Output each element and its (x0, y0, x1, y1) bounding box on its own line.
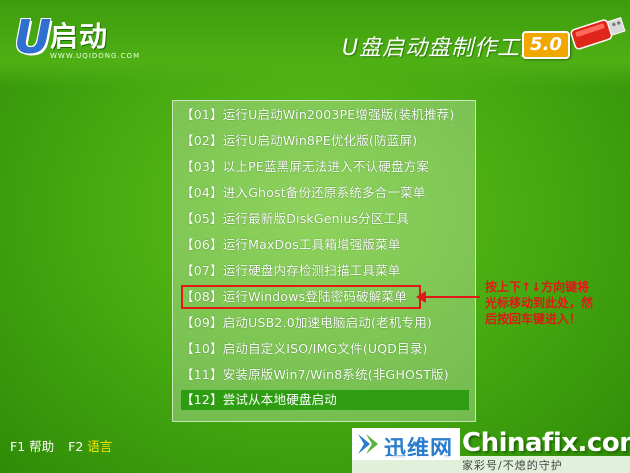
brand-logo: U 启动 WWW.UQIDONG.COM (14, 10, 139, 64)
annotation-text: 按上下↑↓方向键将 光标移动到此处，然 后按回车键进入！ (485, 279, 630, 327)
app-title: U盘启动盘制作工具 (342, 36, 544, 61)
annotation-line-2: 光标移动到此处，然 (485, 296, 594, 310)
menu-item-10[interactable]: 【10】启动自定义ISO/IMG文件(UQD目录) (181, 339, 469, 359)
language-key-code: F2 (68, 439, 84, 454)
menu-item-02[interactable]: 【02】运行U启动Win8PE优化版(防蓝屏) (181, 131, 469, 151)
language-key-label: 语言 (87, 439, 113, 454)
menu-item-05[interactable]: 【05】运行最新版DiskGenius分区工具 (181, 209, 469, 229)
function-key-bar: F1 帮助 F2 语言 (10, 436, 122, 455)
menu-item-03[interactable]: 【03】以上PE蓝黑屏无法进入不认硬盘方案 (181, 157, 469, 177)
menu-item-09[interactable]: 【09】启动USB2.0加速电脑启动(老机专用) (181, 313, 469, 333)
annotation-line-3: 后按回车键进入！ (485, 312, 582, 326)
watermark-arrow-icon (358, 434, 378, 454)
help-key-label: 帮助 (29, 439, 55, 454)
help-key-code: F1 (10, 439, 26, 454)
menu-item-12-selected[interactable]: 【12】尝试从本地硬盘启动 (181, 390, 469, 410)
annotation-highlight-box (181, 285, 421, 309)
left-arrow-icon (416, 291, 426, 303)
help-key[interactable]: F1 帮助 (10, 436, 54, 455)
watermark-strip-text: 家彩号/不熄的守护 (462, 459, 563, 472)
annotation-arrow-line (424, 296, 480, 298)
annotation-line-1: 按上下↑↓方向键将 (485, 280, 590, 294)
menu-item-01[interactable]: 【01】运行U启动Win2003PE增强版(装机推荐) (181, 105, 469, 125)
logo-letter: U (14, 10, 52, 64)
menu-item-06[interactable]: 【06】运行MaxDos工具箱增强版菜单 (181, 235, 469, 255)
logo-subtext: WWW.UQIDONG.COM (50, 52, 141, 60)
watermark-site-text: Chinafix.com (462, 428, 630, 458)
menu-item-07[interactable]: 【07】运行硬盘内存检测扫描工具菜单 (181, 261, 469, 281)
version-badge: 5.0 (522, 31, 570, 59)
language-key[interactable]: F2 语言 (68, 436, 112, 455)
boot-menu: 【01】运行U启动Win2003PE增强版(装机推荐) 【02】运行U启动Win… (172, 100, 476, 422)
menu-item-04[interactable]: 【04】进入Ghost备份还原系统多合一菜单 (181, 183, 469, 203)
menu-item-11[interactable]: 【11】安装原版Win7/Win8系统(非GHOST版) (181, 365, 469, 385)
watermark-strip: 家彩号/不熄的守护 (352, 456, 630, 473)
logo-text: 启动 (50, 20, 109, 53)
